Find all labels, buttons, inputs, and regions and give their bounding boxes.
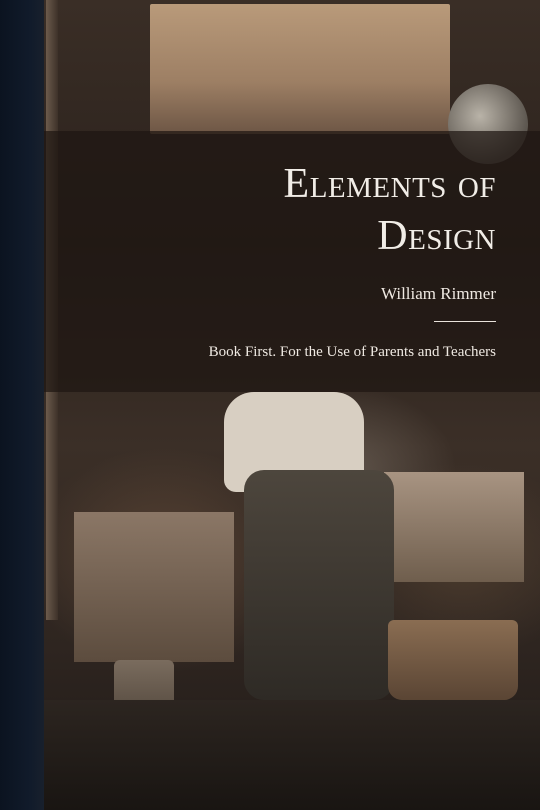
paint-table bbox=[74, 512, 234, 662]
paint-bucket bbox=[388, 620, 518, 700]
artist-figure-legs bbox=[244, 470, 394, 700]
divider-rule bbox=[434, 321, 496, 322]
artist-desk bbox=[384, 472, 524, 582]
book-subtitle: Book First. For the Use of Parents and T… bbox=[208, 344, 496, 360]
cover-illustration bbox=[44, 0, 540, 810]
background-painting bbox=[150, 4, 450, 134]
book-title-line-2: Design bbox=[377, 213, 496, 259]
book-cover: Elements of Design William Rimmer Book F… bbox=[0, 0, 540, 810]
cover-spine bbox=[0, 0, 44, 810]
studio-floor bbox=[44, 700, 540, 810]
book-title: Elements of Design bbox=[284, 158, 496, 262]
book-author: William Rimmer bbox=[381, 284, 496, 303]
book-title-line-1: Elements of bbox=[283, 161, 496, 207]
